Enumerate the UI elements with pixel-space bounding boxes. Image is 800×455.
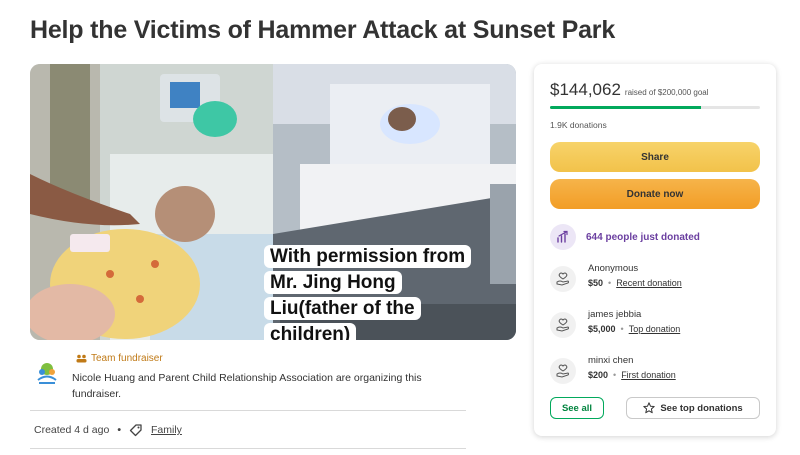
donor-tag[interactable]: Top donation	[629, 322, 681, 336]
progress-bar-fill	[550, 106, 702, 109]
amount-raised-row: $144,062 raised of $200,000 goal	[550, 80, 709, 100]
trending-up-icon	[550, 224, 576, 250]
goal-text: raised of $200,000 goal	[624, 88, 709, 97]
hero-overlay-caption: With permission from Mr. Jing Hong Liu(f…	[264, 244, 486, 340]
divider	[30, 410, 466, 411]
hero-overlay-line: Liu(father of the	[264, 297, 421, 320]
team-fundraiser-label: Team fundraiser	[76, 353, 163, 364]
see-top-donations-label: See top donations	[660, 402, 743, 414]
donor-details: $5,000 • Top donation	[588, 322, 680, 336]
donation-hand-icon	[550, 266, 576, 292]
donations-count: 1.9K donations	[550, 120, 607, 130]
donation-panel: $144,062 raised of $200,000 goal 1.9K do…	[534, 64, 776, 436]
donor-details: $200 • First donation	[588, 368, 676, 382]
hero-image: With permission from Mr. Jing Hong Liu(f…	[30, 64, 516, 340]
organizer-logo-icon	[37, 363, 57, 384]
separator-dot: •	[608, 278, 612, 288]
see-top-donations-button[interactable]: See top donations	[626, 397, 760, 419]
donor-name: james jebbia	[588, 309, 642, 320]
tag-icon	[129, 424, 142, 437]
fundraiser-meta: Created 4 d ago • Family	[34, 423, 182, 437]
donor-item: james jebbia $5,000 • Top donation	[550, 308, 680, 338]
see-all-button[interactable]: See all	[550, 397, 604, 419]
donor-details: $50 • Recent donation	[588, 276, 682, 290]
created-date: Created 4 d ago	[34, 424, 110, 436]
trending-text: 644 people just donated	[586, 231, 700, 243]
donor-amount: $5,000	[588, 324, 616, 334]
donor-tag[interactable]: Recent donation	[616, 276, 682, 290]
divider	[30, 448, 466, 449]
separator-dot: •	[620, 324, 624, 334]
team-icon	[76, 354, 87, 363]
hero-overlay-line: Mr. Jing Hong	[264, 271, 402, 294]
progress-bar	[550, 106, 760, 109]
category-link[interactable]: Family	[151, 424, 182, 436]
organizer-description: Nicole Huang and Parent Child Relationsh…	[72, 372, 422, 400]
donation-hand-icon	[550, 312, 576, 338]
donor-name: minxi chen	[588, 355, 634, 366]
hero-overlay-line: children)	[264, 323, 357, 340]
donate-now-button[interactable]: Donate now	[550, 179, 760, 209]
separator-dot: •	[613, 370, 617, 380]
team-fundraiser-text: Team fundraiser	[91, 353, 163, 364]
donor-tag[interactable]: First donation	[621, 368, 676, 382]
meta-separator: •	[117, 424, 121, 436]
donor-amount: $200	[588, 370, 609, 380]
hero-overlay-line: With permission from	[264, 245, 472, 268]
page-title: Help the Victims of Hammer Attack at Sun…	[30, 16, 616, 44]
donor-item: minxi chen $200 • First donation	[550, 354, 676, 384]
donor-item: Anonymous $50 • Recent donation	[550, 262, 682, 292]
donor-name: Anonymous	[588, 263, 639, 274]
amount-raised: $144,062	[550, 80, 621, 99]
share-button[interactable]: Share	[550, 142, 760, 172]
trending-donations: 644 people just donated	[550, 224, 700, 250]
donor-amount: $50	[588, 278, 604, 288]
star-icon	[643, 402, 656, 414]
donation-hand-icon	[550, 358, 576, 384]
